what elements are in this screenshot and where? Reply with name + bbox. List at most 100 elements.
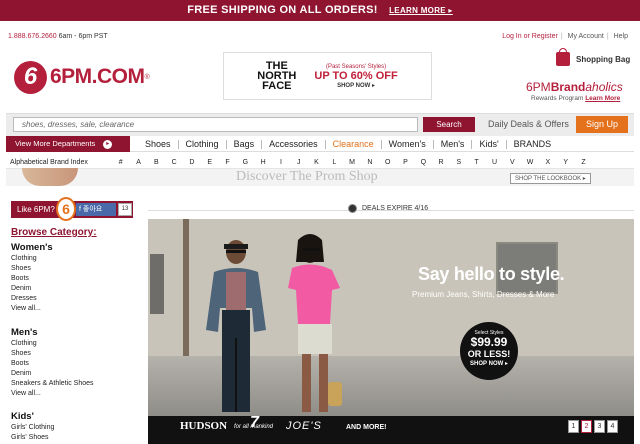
search-input[interactable]: shoes, dresses, sale, clearance bbox=[13, 117, 418, 132]
alpha-letter-link[interactable]: J bbox=[290, 159, 308, 166]
alpha-letter-link[interactable]: Z bbox=[575, 159, 593, 166]
alpha-letter-link[interactable]: # bbox=[112, 159, 130, 166]
shop-lookbook-button[interactable]: SHOP THE LOOKBOOK ▸ bbox=[510, 173, 591, 184]
shopping-bag-icon bbox=[556, 48, 570, 66]
alpha-letter-link[interactable]: F bbox=[219, 159, 237, 166]
alpha-letter-link[interactable]: O bbox=[379, 159, 397, 166]
male-model-image bbox=[206, 240, 266, 412]
nav-kids[interactable]: Kids' bbox=[472, 139, 507, 149]
logo-mark-icon: 6 bbox=[14, 60, 47, 94]
learn-more-link[interactable]: LEARN MORE ▸ bbox=[389, 6, 453, 15]
help-link[interactable]: Help bbox=[614, 33, 628, 40]
category-link[interactable]: View all... bbox=[11, 304, 53, 314]
view-more-departments-button[interactable]: View More Departments ▸ bbox=[6, 136, 130, 152]
ad-line1: (Past Seasons' Styles) bbox=[325, 63, 387, 70]
hero-headline: Say hello to style. bbox=[418, 264, 565, 284]
nav-clothing[interactable]: Clothing bbox=[179, 139, 227, 149]
login-link[interactable]: Log In or Register bbox=[502, 33, 558, 40]
hero-door bbox=[150, 254, 164, 314]
nav-mens[interactable]: Men's bbox=[434, 139, 473, 149]
logo-text: 6PM.COM bbox=[50, 65, 145, 88]
price-badge[interactable]: Select Styles $99.99 OR LESS! SHOP NOW ▸ bbox=[460, 322, 518, 380]
arrow-right-icon: ▸ bbox=[103, 139, 113, 149]
alpha-letter-link[interactable]: U bbox=[486, 159, 504, 166]
north-face-logo: THE NORTH FACE bbox=[257, 60, 297, 92]
free-shipping-banner[interactable]: FREE SHIPPING ON ALL ORDERS! LEARN MORE … bbox=[0, 0, 640, 21]
alpha-letter-link[interactable]: K bbox=[308, 159, 326, 166]
category-link[interactable]: Shoes bbox=[11, 349, 94, 359]
category-link[interactable]: Sneakers & Athletic Shoes bbox=[11, 379, 94, 389]
category-link[interactable]: View all... bbox=[11, 389, 94, 399]
alpha-letter-link[interactable]: I bbox=[272, 159, 290, 166]
category-heading[interactable]: Women's bbox=[11, 243, 53, 253]
category-link[interactable]: Clothing bbox=[11, 254, 53, 264]
alpha-letter-link[interactable]: G bbox=[236, 159, 254, 166]
nav-brands[interactable]: BRANDS bbox=[507, 139, 559, 149]
logo-reg: ® bbox=[144, 73, 150, 81]
hero-pole bbox=[183, 219, 189, 359]
alpha-letter-link[interactable]: V bbox=[503, 159, 521, 166]
alpha-index-label: Alphabetical Brand Index bbox=[10, 158, 88, 166]
site-logo[interactable]: 6 6PM.COM ® bbox=[14, 60, 150, 94]
brand-seven-mark: 7 bbox=[250, 414, 259, 431]
account-links: Log In or Register | My Account | Help bbox=[502, 33, 628, 40]
category-heading[interactable]: Men's bbox=[11, 328, 94, 338]
category-link[interactable]: Boots bbox=[11, 274, 53, 284]
brandaholics-logo[interactable]: 6PMBrandaholics bbox=[526, 80, 623, 94]
alpha-letter-link[interactable]: N bbox=[361, 159, 379, 166]
carousel-pager: 1 2 3 4 bbox=[566, 420, 618, 433]
category-link[interactable]: Denim bbox=[11, 284, 53, 294]
alpha-letter-link[interactable]: M bbox=[343, 159, 361, 166]
shopping-bag-link[interactable]: Shopping Bag bbox=[556, 48, 630, 66]
alpha-letter-link[interactable]: S bbox=[450, 159, 468, 166]
alpha-letter-link[interactable]: B bbox=[147, 159, 165, 166]
alpha-letter-link[interactable]: Q bbox=[414, 159, 432, 166]
alpha-letter-link[interactable]: H bbox=[254, 159, 272, 166]
category-heading[interactable]: Kids' bbox=[11, 412, 54, 422]
alpha-letter-link[interactable]: P bbox=[397, 159, 415, 166]
clock-icon bbox=[348, 204, 357, 213]
nav-shoes[interactable]: Shoes bbox=[138, 139, 179, 149]
alpha-letter-link[interactable]: A bbox=[130, 159, 148, 166]
category-link[interactable]: Girls' Shoes bbox=[11, 433, 54, 443]
rewards-learn-more-link[interactable]: Learn More bbox=[585, 95, 620, 102]
nav-accessories[interactable]: Accessories bbox=[262, 139, 326, 149]
6pm-mark-icon: 6 bbox=[56, 197, 76, 221]
ad-shop-now[interactable]: SHOP NOW ▸ bbox=[314, 82, 397, 89]
alpha-letter-link[interactable]: L bbox=[325, 159, 343, 166]
category-link[interactable]: Shoes bbox=[11, 264, 53, 274]
my-account-link[interactable]: My Account bbox=[568, 33, 604, 40]
page-button[interactable]: 1 bbox=[568, 420, 579, 433]
category-link[interactable]: Girls' Clothing bbox=[11, 423, 54, 433]
phone-number: 1.888.676.2660 bbox=[8, 33, 57, 40]
brand-more: AND MORE! bbox=[346, 424, 387, 431]
category-link[interactable]: Boots bbox=[11, 359, 94, 369]
category-link[interactable]: Clothing bbox=[11, 339, 94, 349]
alpha-letter-link[interactable]: W bbox=[521, 159, 539, 166]
category-womens: Women's Clothing Shoes Boots Denim Dress… bbox=[11, 243, 53, 314]
page-button[interactable]: 3 bbox=[594, 420, 605, 433]
category-link[interactable]: Denim bbox=[11, 369, 94, 379]
nav-bags[interactable]: Bags bbox=[227, 139, 263, 149]
female-model-image bbox=[288, 234, 342, 412]
north-face-ad[interactable]: THE NORTH FACE (Past Seasons' Styles) UP T… bbox=[223, 52, 432, 100]
nav-clearance[interactable]: Clearance bbox=[326, 139, 382, 149]
nav-womens[interactable]: Women's bbox=[382, 139, 434, 149]
alpha-letter-link[interactable]: Y bbox=[557, 159, 575, 166]
alpha-letter-link[interactable]: C bbox=[165, 159, 183, 166]
alpha-letter-link[interactable]: R bbox=[432, 159, 450, 166]
page-button[interactable]: 2 bbox=[581, 420, 592, 433]
alpha-letter-link[interactable]: X bbox=[539, 159, 557, 166]
search-button[interactable]: Search bbox=[423, 117, 475, 132]
category-link[interactable]: Dresses bbox=[11, 294, 53, 304]
nav-links: Shoes Clothing Bags Accessories Clearanc… bbox=[138, 136, 558, 152]
page-button[interactable]: 4 bbox=[607, 420, 618, 433]
signup-button[interactable]: Sign Up bbox=[576, 116, 628, 133]
brand-joes: JOE'S bbox=[286, 420, 322, 432]
category-kids: Kids' Girls' Clothing Girls' Shoes bbox=[11, 412, 54, 443]
alpha-letter-link[interactable]: D bbox=[183, 159, 201, 166]
facebook-like-button[interactable]: f 좋아요 bbox=[76, 203, 116, 216]
alpha-letter-link[interactable]: T bbox=[468, 159, 486, 166]
alpha-letter-link[interactable]: E bbox=[201, 159, 219, 166]
daily-deals-label: Daily Deals & Offers bbox=[488, 119, 569, 129]
